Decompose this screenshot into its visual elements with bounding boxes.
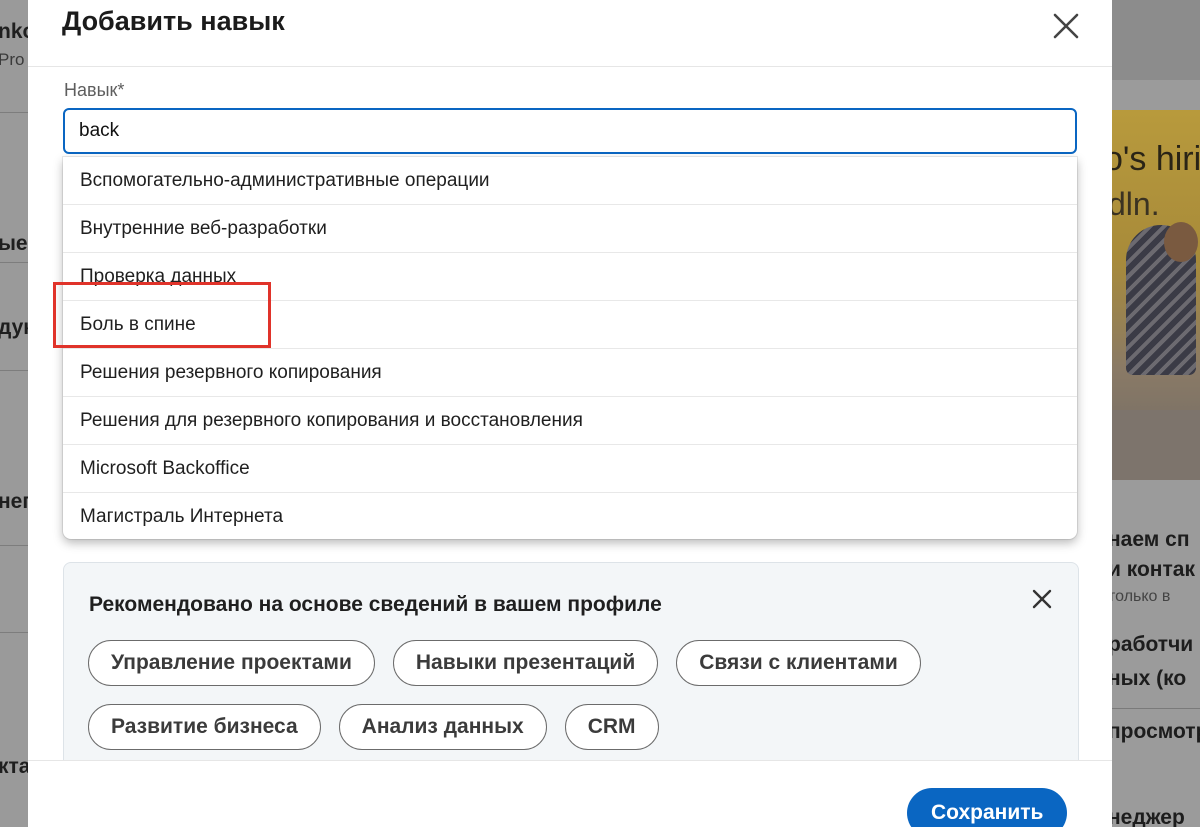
skill-input[interactable] xyxy=(63,108,1077,154)
suggestion-item[interactable]: Решения для резервного копирования и вос… xyxy=(63,397,1077,445)
suggestion-item[interactable]: Вспомогательно-административные операции xyxy=(63,157,1077,205)
modal-header: Добавить навык xyxy=(28,0,1112,67)
bg-text: и контак xyxy=(1112,558,1195,581)
bg-divider xyxy=(0,262,28,263)
recommended-title: Рекомендовано на основе сведений в вашем… xyxy=(89,593,662,616)
chip-row: Управление проектами Навыки презентаций … xyxy=(88,640,921,686)
bg-text: нег xyxy=(0,490,28,513)
ad-text: dln. xyxy=(1112,186,1160,222)
skill-chip[interactable]: Развитие бизнеса xyxy=(88,704,321,750)
close-icon xyxy=(1053,13,1079,39)
ad-person-head xyxy=(1164,222,1198,262)
background-page-left: nko Pro ые дук нег кта xyxy=(0,0,28,827)
ad-table-image xyxy=(1112,410,1200,480)
bg-divider xyxy=(1112,708,1200,709)
background-page-right: o's hirin dln. наем сп и контак только в… xyxy=(1112,0,1200,827)
dismiss-recommendations-button[interactable] xyxy=(1028,585,1056,613)
ad-banner: o's hirin dln. xyxy=(1112,110,1200,480)
chip-row: Развитие бизнеса Анализ данных CRM xyxy=(88,704,659,750)
bg-text: работчи xyxy=(1112,633,1194,656)
bg-text: кта xyxy=(0,755,28,778)
modal-footer: Сохранить xyxy=(28,760,1112,827)
suggestion-item[interactable]: Магистраль Интернета xyxy=(63,493,1077,539)
add-skill-modal: Добавить навык Навык* Вспомогательно-адм… xyxy=(28,0,1112,827)
skill-chip[interactable]: Связи с клиентами xyxy=(676,640,921,686)
modal-title: Добавить навык xyxy=(62,6,285,36)
bg-text: просмотр xyxy=(1112,720,1200,743)
bg-divider xyxy=(0,545,28,546)
skill-chip[interactable]: CRM xyxy=(564,704,659,750)
suggestion-item[interactable]: Решения резервного копирования xyxy=(63,349,1077,397)
suggestion-item[interactable]: Проверка данных xyxy=(63,253,1077,301)
bg-text: Pro xyxy=(0,50,25,69)
bg-text: nko xyxy=(0,20,28,43)
bg-topbar xyxy=(1112,0,1200,80)
skill-chip[interactable]: Управление проектами xyxy=(88,640,375,686)
bg-divider xyxy=(0,370,28,371)
bg-divider xyxy=(0,632,28,633)
bg-text: дук xyxy=(0,316,28,339)
bg-text: ных (ко xyxy=(1112,667,1187,690)
save-button[interactable]: Сохранить xyxy=(907,788,1068,827)
bg-divider xyxy=(0,112,28,113)
close-button[interactable] xyxy=(1048,8,1084,44)
bg-text: только в xyxy=(1112,588,1171,605)
suggestion-item[interactable]: Microsoft Backoffice xyxy=(63,445,1077,493)
bg-text: неджер xyxy=(1112,806,1185,827)
bg-text: ые xyxy=(0,232,28,255)
skill-field-label: Навык* xyxy=(64,80,125,100)
close-icon xyxy=(1032,589,1052,609)
ad-text: o's hirin xyxy=(1112,140,1200,178)
skill-chip[interactable]: Анализ данных xyxy=(338,704,547,750)
skill-suggestions-dropdown: Вспомогательно-административные операции… xyxy=(63,157,1077,539)
bg-text: наем сп xyxy=(1112,528,1190,551)
suggestion-item[interactable]: Боль в спине xyxy=(63,301,1077,349)
suggestion-item[interactable]: Внутренние веб-разработки xyxy=(63,205,1077,253)
skill-chip[interactable]: Навыки презентаций xyxy=(392,640,659,686)
